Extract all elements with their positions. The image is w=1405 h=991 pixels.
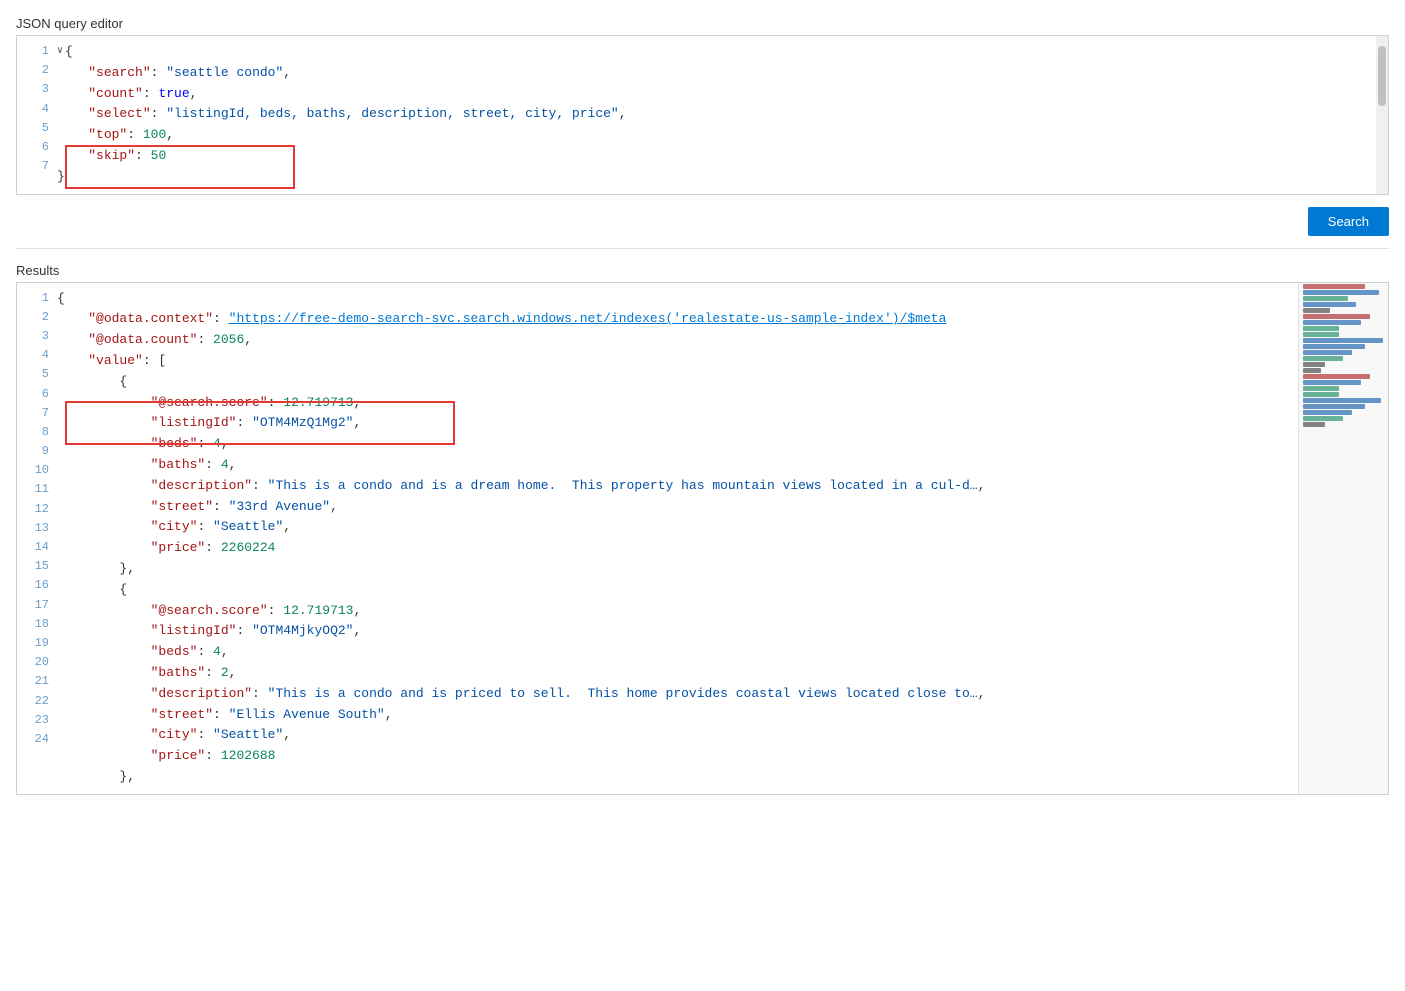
editor-code-content[interactable]: ∨ { "search": "seattle condo", "count": … — [57, 42, 1388, 188]
result-line-10: "description": "This is a condo and is a… — [57, 476, 1380, 497]
result-line-7: "listingId": "OTM4MzQ1Mg2", — [57, 413, 1380, 434]
result-line-8: "beds": 4, — [57, 434, 1380, 455]
editor-line-numbers: 1 2 3 4 5 6 7 — [17, 42, 57, 188]
result-line-6: "@search.score": 12.719713, — [57, 393, 1380, 414]
result-line-2: "@odata.context": "https://free-demo-sea… — [57, 309, 1380, 330]
editor-line-1: ∨ { — [57, 42, 1380, 63]
result-line-23: "price": 1202688 — [57, 746, 1380, 767]
result-line-17: "listingId": "OTM4MjkyOQ2", — [57, 621, 1380, 642]
search-button[interactable]: Search — [1308, 207, 1389, 236]
section-divider — [16, 248, 1389, 249]
json-query-editor: 1 2 3 4 5 6 7 ∨ { "search": "seattle con… — [16, 35, 1389, 195]
result-line-9: "baths": 4, — [57, 455, 1380, 476]
result-line-4: "value": [ — [57, 351, 1380, 372]
result-line-12: "city": "Seattle", — [57, 517, 1380, 538]
result-line-1: { — [57, 289, 1380, 310]
result-line-11: "street": "33rd Avenue", — [57, 497, 1380, 518]
results-section: Results 1 2 3 4 5 6 7 8 9 10 11 12 13 — [0, 257, 1405, 795]
editor-line-5: "top": 100, — [57, 125, 1380, 146]
editor-title: JSON query editor — [0, 10, 1405, 35]
results-title: Results — [0, 257, 1405, 282]
results-minimap — [1298, 283, 1388, 794]
result-line-21: "street": "Ellis Avenue South", — [57, 705, 1380, 726]
result-line-16: "@search.score": 12.719713, — [57, 601, 1380, 622]
collapse-icon[interactable]: ∨ — [57, 44, 63, 60]
editor-line-7: } — [57, 167, 1380, 188]
results-panel: 1 2 3 4 5 6 7 8 9 10 11 12 13 14 15 16 1 — [16, 282, 1389, 795]
result-line-19: "baths": 2, — [57, 663, 1380, 684]
editor-scrollbar[interactable] — [1376, 36, 1388, 194]
editor-code-area: 1 2 3 4 5 6 7 ∨ { "search": "seattle con… — [17, 36, 1388, 194]
result-line-20: "description": "This is a condo and is p… — [57, 684, 1380, 705]
results-code-content[interactable]: { "@odata.context": "https://free-demo-s… — [57, 289, 1388, 788]
result-line-14: }, — [57, 559, 1380, 580]
editor-line-2: "search": "seattle condo", — [57, 63, 1380, 84]
editor-scrollbar-thumb[interactable] — [1378, 46, 1386, 106]
result-line-18: "beds": 4, — [57, 642, 1380, 663]
results-line-numbers: 1 2 3 4 5 6 7 8 9 10 11 12 13 14 15 16 1 — [17, 289, 57, 788]
result-line-15: { — [57, 580, 1380, 601]
editor-line-4: "select": "listingId, beds, baths, descr… — [57, 104, 1380, 125]
result-line-13: "price": 2260224 — [57, 538, 1380, 559]
search-button-row: Search — [0, 195, 1405, 248]
editor-line-6: "skip": 50 — [57, 146, 1380, 167]
result-line-24: }, — [57, 767, 1380, 788]
result-line-5: { — [57, 372, 1380, 393]
result-line-3: "@odata.count": 2056, — [57, 330, 1380, 351]
results-code-area: 1 2 3 4 5 6 7 8 9 10 11 12 13 14 15 16 1 — [17, 283, 1388, 794]
editor-line-3: "count": true, — [57, 84, 1380, 105]
result-line-22: "city": "Seattle", — [57, 725, 1380, 746]
page-wrapper: JSON query editor 1 2 3 4 5 6 7 ∨ { "se — [0, 0, 1405, 991]
